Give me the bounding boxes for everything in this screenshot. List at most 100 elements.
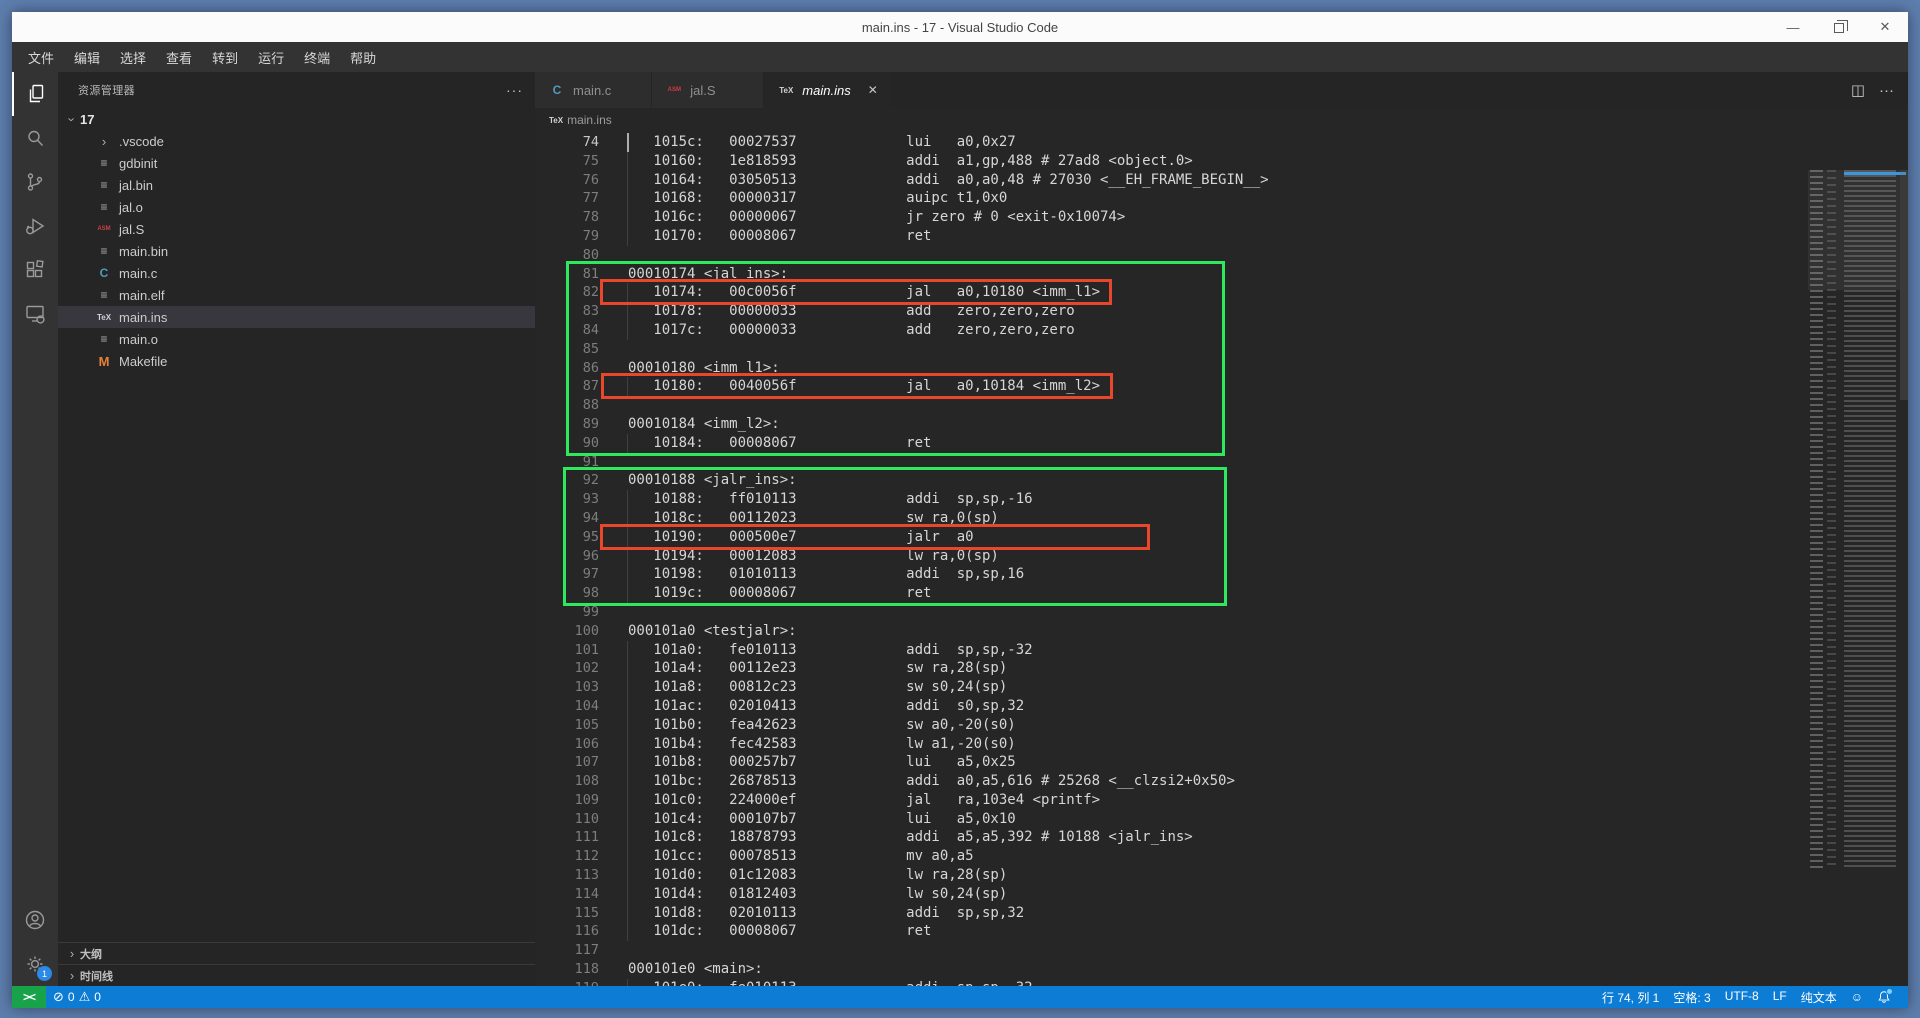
extensions-icon[interactable] xyxy=(12,248,58,292)
vertical-scrollbar[interactable] xyxy=(1900,170,1908,400)
code-line[interactable]: 92 00010188 <jalr_ins>: xyxy=(535,471,1908,490)
code-line[interactable]: 95 10190: 000500e7 jalr a0 xyxy=(535,528,1908,547)
status-item[interactable]: LF xyxy=(1766,989,1794,1003)
code-line[interactable]: 77 10168: 00000317 auipc t1,0x0 xyxy=(535,189,1908,208)
code-line[interactable]: 115 101d8: 02010113 addi sp,sp,32 xyxy=(535,904,1908,923)
code-line[interactable]: 98 1019c: 00008067 ret xyxy=(535,584,1908,603)
source-control-icon[interactable] xyxy=(12,160,58,204)
code-line[interactable]: 84 1017c: 00000033 add zero,zero,zero xyxy=(535,321,1908,340)
menu-item[interactable]: 编辑 xyxy=(64,44,110,71)
code-line[interactable]: 87 10180: 0040056f jal a0,10184 <imm_l2> xyxy=(535,377,1908,396)
code-line[interactable]: 74 1015c: 00027537 lui a0,0x27 xyxy=(535,133,1908,152)
code-line[interactable]: 83 10178: 00000033 add zero,zero,zero xyxy=(535,302,1908,321)
explorer-icon[interactable] xyxy=(12,72,58,116)
breadcrumb[interactable]: TeX main.ins xyxy=(535,108,1908,132)
code-line[interactable]: 80 xyxy=(535,246,1908,265)
code-line[interactable]: 90 10184: 00008067 ret xyxy=(535,434,1908,453)
menu-item[interactable]: 帮助 xyxy=(340,44,386,71)
close-icon[interactable]: ✕ xyxy=(865,83,881,97)
code-line[interactable]: 117 xyxy=(535,941,1908,960)
run-debug-icon[interactable] xyxy=(12,204,58,248)
account-icon[interactable] xyxy=(12,898,58,942)
close-button[interactable]: ✕ xyxy=(1862,12,1908,42)
tree-item[interactable]: › .vscode xyxy=(58,130,535,152)
code-line[interactable]: 100 000101a0 <testjalr>: xyxy=(535,622,1908,641)
split-editor-icon[interactable]: ◫ xyxy=(1851,81,1865,99)
minimap[interactable] xyxy=(1808,170,1900,870)
menu-item[interactable]: 查看 xyxy=(156,44,202,71)
code-line[interactable]: 113 101d0: 01c12083 lw ra,28(sp) xyxy=(535,866,1908,885)
code-line[interactable]: 79 10170: 00008067 ret xyxy=(535,227,1908,246)
feedback-smiley-icon[interactable]: ☺ xyxy=(1844,990,1870,1004)
code-line[interactable]: 105 101b0: fea42623 sw a0,-20(s0) xyxy=(535,716,1908,735)
code-line[interactable]: 106 101b4: fec42583 lw a1,-20(s0) xyxy=(535,735,1908,754)
menu-item[interactable]: 文件 xyxy=(18,44,64,71)
menu-item[interactable]: 转到 xyxy=(202,44,248,71)
code-line[interactable]: 111 101c8: 18878793 addi a5,a5,392 # 101… xyxy=(535,828,1908,847)
tree-item[interactable]: ≡ jal.bin xyxy=(58,174,535,196)
code-line[interactable]: 99 xyxy=(535,603,1908,622)
editor-tab[interactable]: TeX main.ins ✕ xyxy=(764,72,891,108)
code-line[interactable]: 76 10164: 03050513 addi a0,a0,48 # 27030… xyxy=(535,171,1908,190)
code-line[interactable]: 81 00010174 <jal_ins>: xyxy=(535,265,1908,284)
tree-item[interactable]: ≡ main.bin xyxy=(58,240,535,262)
menu-item[interactable]: 选择 xyxy=(110,44,156,71)
status-item[interactable]: UTF-8 xyxy=(1718,989,1766,1003)
problems-indicator[interactable]: ⊘ 0 ⚠ 0 xyxy=(46,986,108,1008)
code-line[interactable]: 116 101dc: 00008067 ret xyxy=(535,922,1908,941)
code-line[interactable]: 89 00010184 <imm_l2>: xyxy=(535,415,1908,434)
tree-item[interactable]: C main.c xyxy=(58,262,535,284)
code-line[interactable]: 119 101e0: fe010113 addi sp,sp,-32 xyxy=(535,979,1908,986)
code-line[interactable]: 104 101ac: 02010413 addi s0,sp,32 xyxy=(535,697,1908,716)
notifications-bell[interactable] xyxy=(1870,990,1898,1004)
tree-item[interactable]: ≡ main.elf xyxy=(58,284,535,306)
code-line[interactable]: 101 101a0: fe010113 addi sp,sp,-32 xyxy=(535,641,1908,660)
tree-item[interactable]: TeX main.ins xyxy=(58,306,535,328)
tree-item[interactable]: ≡ jal.o xyxy=(58,196,535,218)
tree-item[interactable]: ASM jal.S xyxy=(58,218,535,240)
code-line[interactable]: 91 xyxy=(535,453,1908,472)
code-line[interactable]: 93 10188: ff010113 addi sp,sp,-16 xyxy=(535,490,1908,509)
code-line[interactable]: 97 10198: 01010113 addi sp,sp,16 xyxy=(535,565,1908,584)
code-line[interactable]: 94 1018c: 00112023 sw ra,0(sp) xyxy=(535,509,1908,528)
status-item[interactable]: 空格: 3 xyxy=(1666,989,1717,1006)
code-line[interactable]: 78 1016c: 00000067 jr zero # 0 <exit-0x1… xyxy=(535,208,1908,227)
code-line[interactable]: 107 101b8: 000257b7 lui a5,0x25 xyxy=(535,753,1908,772)
tree-item[interactable]: ≡ gdbinit xyxy=(58,152,535,174)
tree-item[interactable]: M Makefile xyxy=(58,350,535,372)
settings-gear-icon[interactable]: 1 xyxy=(12,942,58,986)
more-actions-icon[interactable]: ··· xyxy=(1879,82,1894,99)
remote-explorer-icon[interactable] xyxy=(12,292,58,336)
tree-item[interactable]: ≡ main.o xyxy=(58,328,535,350)
status-item[interactable]: 纯文本 xyxy=(1794,989,1844,1006)
folder-root-17[interactable]: › 17 xyxy=(58,108,535,130)
sidebar-section-header[interactable]: › 时间线 xyxy=(58,964,535,986)
editor-tab[interactable]: ASM jal.S xyxy=(652,72,764,108)
code-line[interactable]: 88 xyxy=(535,396,1908,415)
minimize-button[interactable]: — xyxy=(1770,12,1816,42)
code-line[interactable]: 118 000101e0 <main>: xyxy=(535,960,1908,979)
code-editor[interactable]: 74 1015c: 00027537 lui a0,0x27 75 10160:… xyxy=(535,132,1908,986)
code-line[interactable]: 114 101d4: 01812403 lw s0,24(sp) xyxy=(535,885,1908,904)
code-line[interactable]: 103 101a8: 00812c23 sw s0,24(sp) xyxy=(535,678,1908,697)
restore-icon xyxy=(1834,23,1844,33)
status-item[interactable]: 行 74, 列 1 xyxy=(1595,989,1666,1006)
code-line[interactable]: 96 10194: 00012083 lw ra,0(sp) xyxy=(535,547,1908,566)
sidebar-more-actions[interactable]: ··· xyxy=(506,82,523,98)
remote-indicator[interactable]: >< xyxy=(12,986,46,1008)
code-line[interactable]: 112 101cc: 00078513 mv a0,a5 xyxy=(535,847,1908,866)
menu-item[interactable]: 运行 xyxy=(248,44,294,71)
code-line[interactable]: 75 10160: 1e818593 addi a1,gp,488 # 27ad… xyxy=(535,152,1908,171)
restore-button[interactable] xyxy=(1816,12,1862,42)
code-line[interactable]: 82 10174: 00c0056f jal a0,10180 <imm_l1> xyxy=(535,283,1908,302)
code-line[interactable]: 109 101c0: 224000ef jal ra,103e4 <printf… xyxy=(535,791,1908,810)
code-line[interactable]: 108 101bc: 26878513 addi a0,a5,616 # 252… xyxy=(535,772,1908,791)
menu-item[interactable]: 终端 xyxy=(294,44,340,71)
code-line[interactable]: 85 xyxy=(535,340,1908,359)
search-icon[interactable] xyxy=(12,116,58,160)
code-line[interactable]: 110 101c4: 000107b7 lui a5,0x10 xyxy=(535,810,1908,829)
code-line[interactable]: 86 00010180 <imm_l1>: xyxy=(535,359,1908,378)
editor-tab[interactable]: C main.c xyxy=(535,72,652,108)
sidebar-section-header[interactable]: › 大纲 xyxy=(58,942,535,964)
code-line[interactable]: 102 101a4: 00112e23 sw ra,28(sp) xyxy=(535,659,1908,678)
